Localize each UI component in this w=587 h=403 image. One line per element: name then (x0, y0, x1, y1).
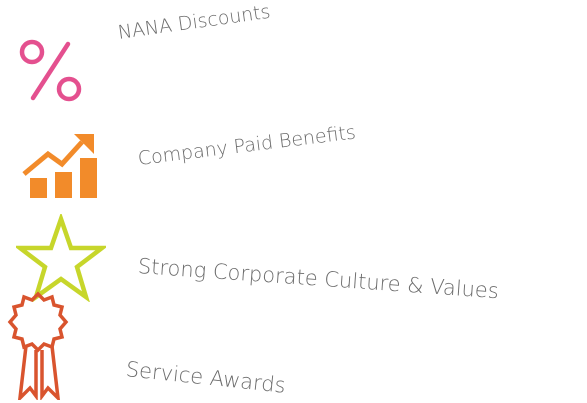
percent-icon (19, 39, 82, 102)
item-label-discounts: NANA Discounts (116, 0, 272, 44)
star-icon (16, 214, 106, 302)
item-label-culture: Strong Corporate Culture & Values (137, 254, 500, 304)
chart-growth-icon (22, 134, 97, 198)
ribbon-award-icon (7, 291, 69, 400)
item-label-awards: Service Awards (124, 357, 287, 398)
item-label-benefits: Company Paid Benefits (136, 121, 357, 170)
